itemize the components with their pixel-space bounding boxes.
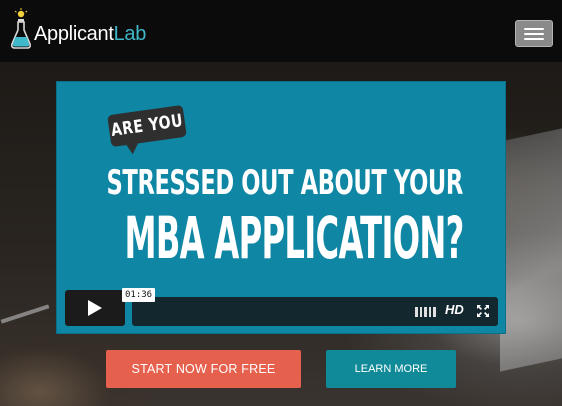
volume-level-bar [424, 307, 427, 317]
video-timecode: 01:36 [122, 288, 156, 302]
volume-icon[interactable] [415, 307, 437, 317]
volume-level-bar [433, 307, 436, 317]
play-icon [88, 300, 102, 316]
learn-more-button[interactable]: LEARN MORE [326, 350, 456, 388]
bubble-text: ARE YOU [109, 111, 185, 141]
hamburger-menu-icon-bar [524, 27, 544, 30]
speech-bubble: ARE YOU [107, 104, 187, 148]
video-headline-line1: STRESSED OUT ABOUT YOUR [106, 162, 464, 203]
start-now-button[interactable]: START NOW FOR FREE [106, 350, 301, 388]
video-headline-line2: MBA APPLICATION? [124, 204, 465, 272]
play-button[interactable] [65, 290, 125, 326]
logo-text-primary: Applicant [34, 22, 114, 45]
volume-level-bar [419, 307, 422, 317]
fullscreen-icon[interactable] [477, 305, 489, 317]
flask-logo-icon [11, 8, 31, 49]
site-logo[interactable]: ApplicantLab [10, 8, 146, 50]
video-progress-bar[interactable] [132, 297, 498, 326]
hamburger-menu-button[interactable] [515, 20, 553, 47]
background-laptop [500, 122, 562, 372]
volume-level-bar [428, 307, 431, 317]
logo-wordmark: ApplicantLab [34, 23, 146, 46]
hamburger-menu-icon-bar [524, 32, 544, 35]
logo-text-accent: Lab [113, 22, 147, 45]
background-pen [0, 304, 50, 324]
volume-level-bar [415, 307, 418, 317]
hd-quality-button[interactable]: HD [445, 302, 464, 317]
video-player[interactable]: ARE YOU STRESSED OUT ABOUT YOUR MBA APPL… [56, 81, 506, 334]
site-header: ApplicantLab [0, 0, 562, 62]
hamburger-menu-icon-bar [524, 37, 544, 40]
